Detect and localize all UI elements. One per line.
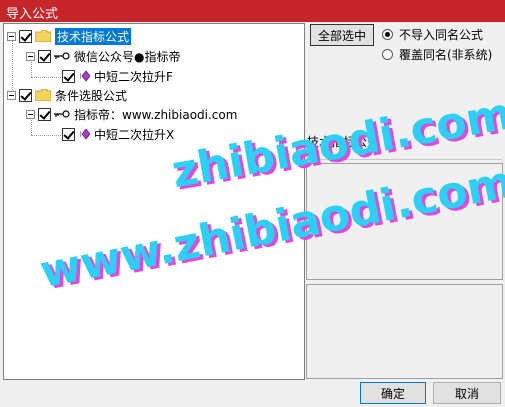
tree-node-label: 技术指标公式 bbox=[55, 27, 132, 45]
tree-node-wechat[interactable]: 微信公众号●指标帝 bbox=[26, 47, 180, 65]
collapse-icon[interactable] bbox=[7, 90, 16, 100]
checkbox[interactable] bbox=[19, 88, 32, 102]
collapse-icon[interactable] bbox=[26, 51, 35, 61]
formula-icon bbox=[80, 128, 90, 140]
radio-unselected-icon[interactable] bbox=[382, 49, 393, 60]
folder-icon bbox=[35, 89, 51, 101]
tree-node-label: 微信公众号●指标帝 bbox=[74, 49, 181, 64]
tree-line bbox=[31, 135, 61, 136]
tree-node-zhibiaodi[interactable]: 指标帝：www.zhibiaodi.com bbox=[26, 105, 237, 123]
checkbox[interactable] bbox=[38, 49, 51, 63]
radio-no-import[interactable]: 不导入同名公式 bbox=[382, 26, 483, 43]
radio-label: 不导入同名公式 bbox=[399, 28, 484, 42]
tree-node-label: 条件选股公式 bbox=[55, 88, 128, 103]
tree-node-formula-f[interactable]: 中短二次拉升F bbox=[62, 67, 173, 85]
tree-node-label: 指标帝：www.zhibiaodi.com bbox=[74, 107, 238, 122]
tree-node-screening-formulas[interactable]: 条件选股公式 bbox=[7, 86, 127, 104]
formula-tree[interactable]: 技术指标公式 微信公众号●指标帝 中短二次拉升F 条件选股公式 指标帝：www.… bbox=[3, 23, 305, 380]
cancel-button[interactable]: 取消 bbox=[433, 382, 501, 404]
key-icon bbox=[54, 110, 70, 118]
formula-detail-panel bbox=[306, 284, 503, 379]
checkbox[interactable] bbox=[19, 29, 32, 43]
title-bar: 导入公式 bbox=[0, 0, 505, 22]
radio-label: 覆盖同名(非系统) bbox=[399, 48, 493, 62]
formula-icon bbox=[80, 70, 90, 82]
radio-overwrite[interactable]: 覆盖同名(非系统) bbox=[382, 46, 492, 63]
tree-line bbox=[31, 77, 61, 78]
collapse-icon[interactable] bbox=[7, 31, 16, 41]
select-all-button[interactable]: 全部选中 bbox=[310, 24, 374, 46]
window-title: 导入公式 bbox=[6, 7, 59, 22]
collapse-icon[interactable] bbox=[26, 109, 35, 119]
folder-icon bbox=[35, 30, 51, 42]
checkbox[interactable] bbox=[38, 107, 51, 121]
tree-node-formula-x[interactable]: 中短二次拉升X bbox=[62, 125, 174, 143]
ok-button[interactable]: 确定 bbox=[360, 382, 426, 404]
radio-selected-icon[interactable] bbox=[382, 29, 393, 40]
checkbox[interactable] bbox=[62, 69, 75, 83]
tree-node-technical-formulas[interactable]: 技术指标公式 bbox=[7, 27, 132, 45]
checkbox[interactable] bbox=[62, 127, 75, 141]
tree-node-label: 中短二次拉升F bbox=[94, 69, 173, 84]
key-icon bbox=[54, 52, 70, 60]
tree-node-label: 中短二次拉升X bbox=[94, 127, 175, 142]
